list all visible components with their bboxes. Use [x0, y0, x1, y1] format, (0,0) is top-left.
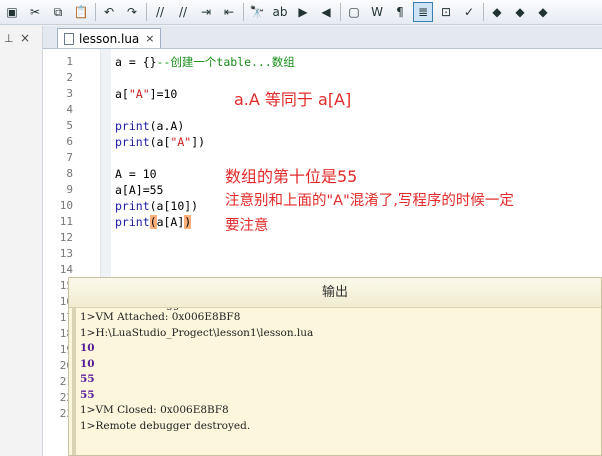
string-token: "A" [170, 135, 192, 149]
uncomment-icon[interactable]: // [173, 2, 193, 22]
copy-icon[interactable]: ⧉ [48, 2, 68, 22]
toolbar-separator [243, 3, 244, 21]
line-number: 7 [66, 151, 73, 164]
annotation-warning: 注意别和上面的"A"混淆了,写程序的时候一定 [225, 193, 514, 209]
brace-match-token: ) [184, 215, 192, 229]
code-line: print(a.A) [115, 118, 184, 134]
replace-icon[interactable]: ab [270, 2, 290, 22]
tab-lesson-lua[interactable]: lesson.lua × [57, 28, 161, 48]
undo-icon[interactable]: ↶ [99, 2, 119, 22]
indent-icon[interactable]: ⇥ [196, 2, 216, 22]
cut-icon[interactable]: ✂ [25, 2, 45, 22]
tab-close-icon[interactable]: × [145, 32, 154, 45]
pin-icon[interactable]: ⊥ [4, 32, 14, 45]
toolbar: ▣ ✂ ⧉ 📋 ↶ ↷////⇥ ⇤ 🔭 ab ▶ ◀ ▢ W ¶ ≣ ⊡ ✓ ◆ ◆ ◆ [0, 0, 602, 25]
code-token: a[ [115, 87, 129, 101]
output-log: 1>Remote debugger ...1>VM Attached: 0x00… [69, 308, 601, 455]
outdent-icon[interactable]: ⇤ [219, 2, 239, 22]
pilcrow-icon[interactable]: ¶ [390, 2, 410, 22]
whitespace-icon[interactable]: ⊡ [436, 2, 456, 22]
line-number: 12 [59, 231, 73, 244]
redo-icon[interactable]: ↷ [122, 2, 142, 22]
bookmark-icon[interactable]: ◆ [487, 2, 507, 22]
code-line: print(a[A]) [115, 214, 192, 230]
line-number: 14 [59, 263, 73, 276]
code-line: A = 10 [115, 166, 157, 182]
code-token: a = {} [115, 55, 157, 69]
code-token: ]=10 [149, 87, 178, 101]
line-number: 8 [66, 167, 73, 180]
annotation-tenth-element: 数组的第十位是55 [225, 167, 358, 186]
code-token: (a[10]) [149, 199, 199, 213]
toolbar-separator [95, 3, 96, 21]
code-line: a["A"]=10 [115, 86, 177, 102]
line-number: 1 [66, 55, 73, 68]
output-title: 输出 [69, 278, 601, 308]
code-line: print(a["A"]) [115, 134, 205, 150]
line-number: 2 [66, 71, 73, 84]
view-icon[interactable]: ▢ [344, 2, 364, 22]
word-wrap-icon[interactable]: W [367, 2, 387, 22]
toolbar-separator [483, 3, 484, 21]
tab-label: lesson.lua [79, 31, 140, 46]
code-line: a = {}--创建一个table...数组 [115, 54, 295, 70]
line-number: 6 [66, 135, 73, 148]
comment-icon[interactable]: // [150, 2, 170, 22]
close-panel-icon[interactable]: × [20, 31, 30, 45]
keyword-token: print [115, 215, 150, 229]
output-panel: 输出 1>Remote debugger ...1>VM Attached: 0… [68, 277, 602, 456]
line-number: 9 [66, 183, 73, 196]
tab-strip: lesson.lua × [43, 26, 602, 49]
code-token: ]) [191, 135, 206, 149]
keyword-token: print [115, 135, 150, 149]
line-number: 11 [59, 215, 73, 228]
annotation-equivalence: a.A 等同于 a[A] [234, 90, 352, 109]
output-line: 55 [80, 373, 95, 385]
find-next-icon[interactable]: ▶ [293, 2, 313, 22]
output-line: 1>VM Closed: 0x006E8BF8 [80, 404, 229, 416]
code-token: A = 10 [115, 167, 157, 181]
left-panel: ⊥ × [0, 26, 43, 456]
line-number: 5 [66, 119, 73, 132]
code-token: (a[ [149, 135, 171, 149]
keyword-token: print [115, 199, 150, 213]
code-line: a[A]=55 [115, 182, 163, 198]
line-number: 13 [59, 247, 73, 260]
toolbar-separator [146, 3, 147, 21]
code-line: print(a[10]) [115, 198, 198, 214]
output-line: 10 [80, 342, 95, 354]
output-line: 55 [80, 388, 95, 401]
find-prev-icon[interactable]: ◀ [316, 2, 336, 22]
find-icon[interactable]: 🔭 [247, 2, 267, 22]
keyword-token: print [115, 119, 150, 133]
code-token: a[A] [156, 215, 185, 229]
bookmark-prev-icon[interactable]: ◆ [533, 2, 553, 22]
windows-icon[interactable]: ▣ [2, 2, 22, 22]
comment-token: --创建一个table...数组 [156, 55, 295, 69]
line-number: 4 [66, 103, 73, 116]
string-token: "A" [128, 87, 150, 101]
paste-icon[interactable]: 📋 [71, 2, 91, 22]
output-line: 1>H:\LuaStudio_Progect\lesson1\lesson.lu… [80, 326, 314, 339]
output-line: 1>Remote debugger destroyed. [80, 419, 251, 432]
bookmark-next-icon[interactable]: ◆ [510, 2, 530, 22]
output-line: 10 [80, 357, 95, 370]
output-line: 1>VM Attached: 0x006E8BF8 [80, 311, 241, 323]
line-number: 3 [66, 87, 73, 100]
check-icon[interactable]: ✓ [459, 2, 479, 22]
brace-match-token: ( [149, 215, 157, 229]
line-number: 10 [59, 199, 73, 212]
code-token: a[A]=55 [115, 183, 164, 197]
toolbar-separator [340, 3, 341, 21]
line-numbers-icon[interactable]: ≣ [413, 2, 433, 22]
code-token: (a.A) [149, 119, 185, 133]
annotation-warning-cont: 要注意 [225, 218, 269, 234]
document-icon [64, 32, 74, 45]
